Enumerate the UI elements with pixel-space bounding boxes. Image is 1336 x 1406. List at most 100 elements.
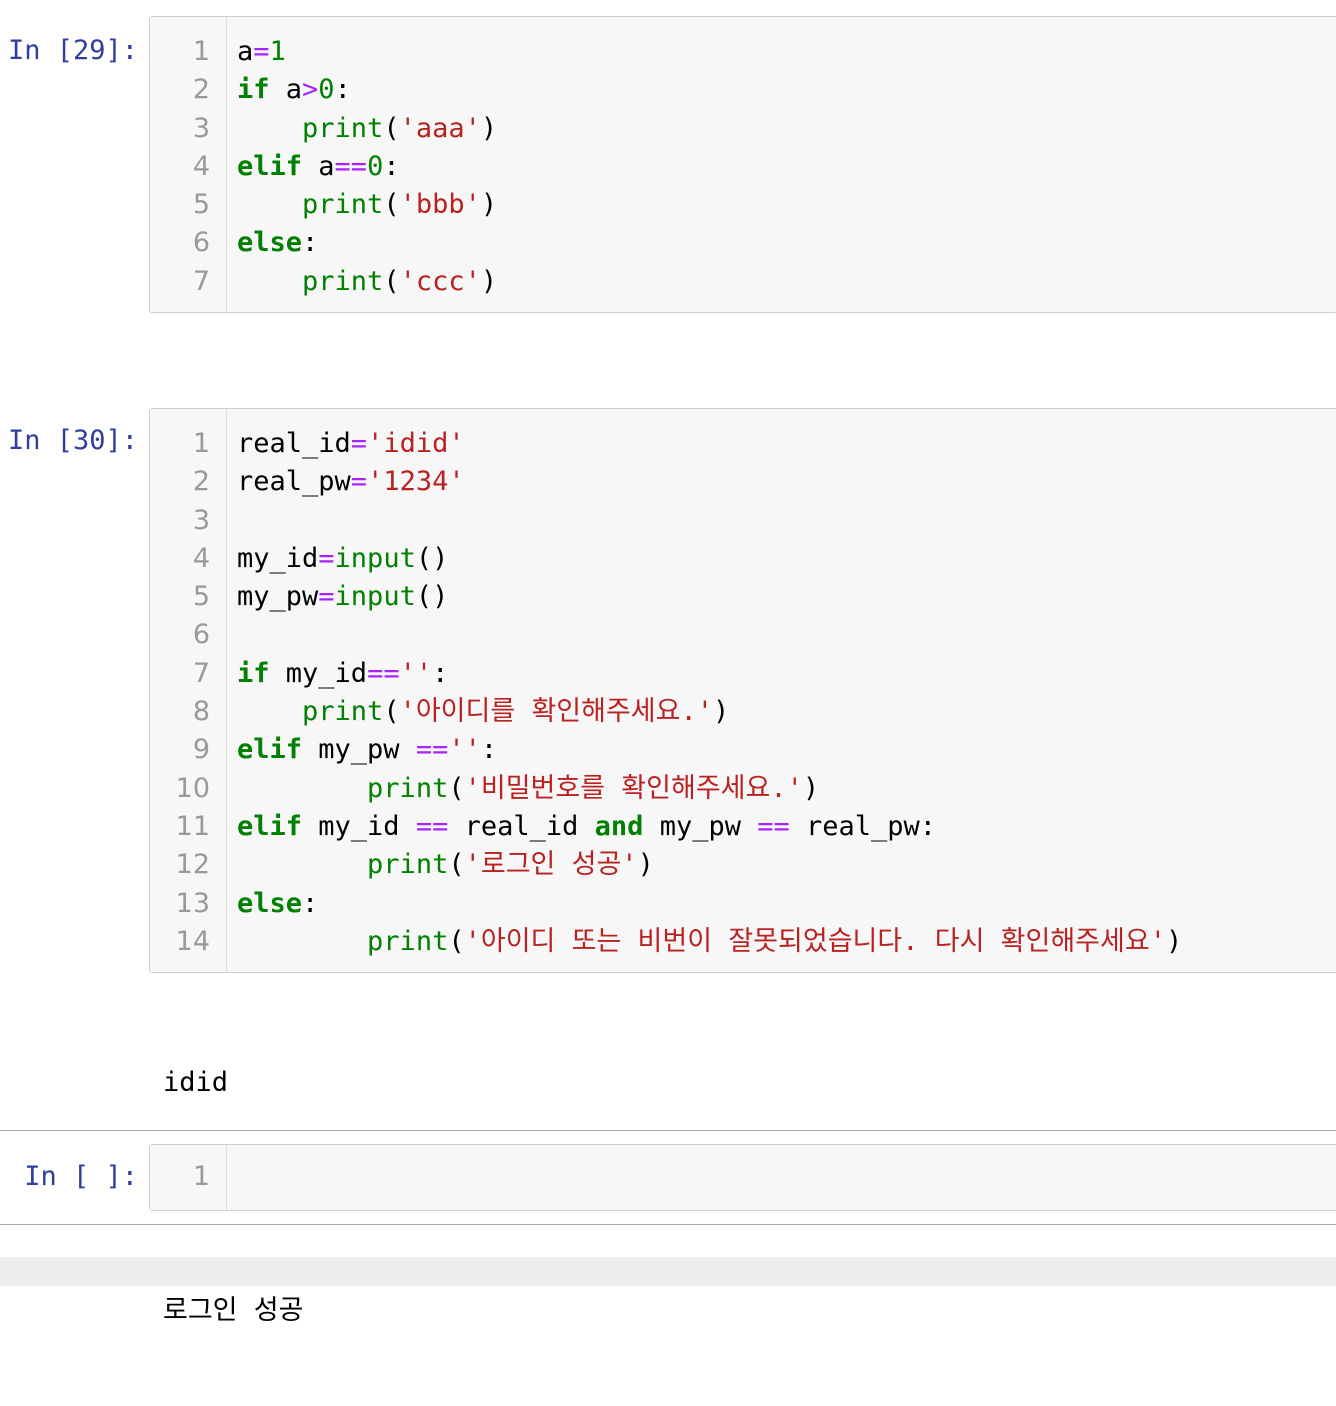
- code-token: '로그인 성공': [464, 849, 638, 881]
- code-token: real_id: [237, 428, 351, 459]
- line-number: 12: [175, 849, 210, 881]
- code-line[interactable]: 3 print('aaa'): [150, 110, 1336, 148]
- code-line[interactable]: 6 else:: [150, 224, 1336, 262]
- code-text: else:: [237, 224, 318, 262]
- cell-editor[interactable]: 1 real_id='idid' 2 real_pw='1234' 3 4 my_id=in…: [149, 408, 1336, 973]
- code-line[interactable]: 2 if a>0:: [150, 71, 1336, 109]
- code-token: my_pw: [237, 581, 319, 613]
- code-token: >: [302, 74, 319, 106]
- code-line[interactable]: 10 print('비밀번호를 확인해주세요.'): [150, 770, 1336, 808]
- code-token: =: [318, 542, 335, 574]
- cell-prompt: In [29]:: [7, 35, 138, 66]
- code-text: a=1: [237, 33, 286, 71]
- code-token: else: [237, 887, 303, 919]
- code-text: print('비밀번호를 확인해주세요.'): [237, 770, 819, 808]
- code-token: a: [302, 150, 335, 182]
- code-text: else:: [237, 885, 318, 923]
- code-text: print('bbb'): [237, 186, 497, 224]
- code-token: ): [802, 772, 820, 804]
- line-number: 7: [192, 657, 210, 689]
- code-line[interactable]: 1: [150, 1158, 1336, 1196]
- line-number: 2: [192, 74, 210, 106]
- line-number: 11: [175, 810, 210, 842]
- code-token: elif: [237, 810, 303, 842]
- code-token: (: [448, 849, 465, 881]
- code-line[interactable]: 12 print('로그인 성공'): [150, 846, 1336, 884]
- code-token: ): [480, 189, 498, 221]
- line-number: 4: [192, 150, 210, 182]
- cell-editor[interactable]: 1: [149, 1144, 1336, 1211]
- output-line: 로그인 성공: [163, 1295, 304, 1326]
- code-token: =: [253, 36, 270, 67]
- line-number: 6: [192, 227, 210, 259]
- code-token: ): [713, 696, 730, 728]
- code-token: :: [334, 74, 351, 106]
- code-token: (: [448, 772, 465, 804]
- code-token: ): [637, 849, 654, 881]
- code-token: 'ccc': [399, 265, 481, 297]
- code-token: ==: [757, 810, 790, 842]
- line-number: 5: [192, 189, 210, 221]
- code-token: if: [237, 74, 270, 106]
- code-token: ==: [334, 150, 368, 182]
- code-token: my_id: [269, 657, 368, 689]
- code-token: '아이디를 확인해주세요.': [399, 696, 713, 728]
- line-number: 3: [192, 504, 210, 536]
- code-token: '': [399, 657, 433, 689]
- code-line[interactable]: 7 if my_id=='':: [150, 655, 1336, 693]
- code-token: ==: [367, 657, 400, 689]
- code-line[interactable]: 8 print('아이디를 확인해주세요.'): [150, 693, 1336, 731]
- code-token: :: [302, 227, 319, 259]
- code-line[interactable]: 5 print('bbb'): [150, 186, 1336, 224]
- code-token: (): [415, 542, 449, 574]
- line-number: 14: [175, 925, 210, 957]
- code-token: ==: [415, 810, 449, 842]
- code-token: ): [480, 265, 498, 297]
- code-token: print: [302, 696, 384, 728]
- output-line: idid: [163, 1067, 229, 1098]
- code-token: (: [383, 696, 400, 728]
- code-token: input: [334, 542, 416, 574]
- code-token: my_pw: [643, 810, 758, 842]
- code-token: '1234': [367, 466, 465, 498]
- code-line[interactable]: 9 elif my_pw =='':: [150, 731, 1336, 769]
- line-number: 3: [192, 112, 210, 144]
- code-line[interactable]: 14 print('아이디 또는 비번이 잘못되었습니다. 다시 확인해주세요'…: [150, 923, 1336, 961]
- code-line[interactable]: 1 a=1: [150, 33, 1336, 71]
- line-number: 4: [192, 542, 210, 574]
- code-line[interactable]: 7 print('ccc'): [150, 263, 1336, 301]
- code-token: real_pw: [237, 466, 351, 498]
- code-line[interactable]: 11 elif my_id == real_id and my_pw == rea…: [150, 808, 1336, 846]
- code-text: print('로그인 성공'): [237, 846, 654, 884]
- code-token: (: [448, 925, 465, 957]
- code-token: '비밀번호를 확인해주세요.': [464, 772, 803, 804]
- code-line[interactable]: 6: [150, 616, 1336, 654]
- line-number: 7: [192, 265, 210, 297]
- code-line[interactable]: 4 my_id=input(): [150, 540, 1336, 578]
- code-line[interactable]: 4 elif a==0:: [150, 148, 1336, 186]
- code-line[interactable]: 1 real_id='idid': [150, 425, 1336, 463]
- code-token: my_id: [302, 810, 416, 842]
- code-token: print: [302, 189, 384, 221]
- code-token: ): [1165, 925, 1183, 957]
- line-number: 8: [192, 696, 210, 728]
- code-token: :: [480, 734, 498, 766]
- code-line[interactable]: 5 my_pw=input(): [150, 578, 1336, 616]
- code-line[interactable]: 2 real_pw='1234': [150, 463, 1336, 501]
- code-text: print('아이디를 확인해주세요.'): [237, 693, 729, 731]
- code-token: 1: [269, 36, 286, 67]
- code-line[interactable]: 3: [150, 502, 1336, 540]
- code-text: elif a==0:: [237, 148, 400, 186]
- code-line[interactable]: 13 else:: [150, 885, 1336, 923]
- code-token: 0: [367, 150, 384, 182]
- line-number: 6: [192, 619, 210, 651]
- code-text: elif my_id == real_id and my_pw == real_…: [237, 808, 936, 846]
- cell-editor[interactable]: 1 a=1 2 if a>0: 3 print('aaa') 4 elif a==0: 5 p…: [149, 16, 1336, 313]
- line-number: 5: [192, 581, 210, 613]
- code-token: =: [318, 581, 335, 613]
- code-token: elif: [237, 734, 303, 766]
